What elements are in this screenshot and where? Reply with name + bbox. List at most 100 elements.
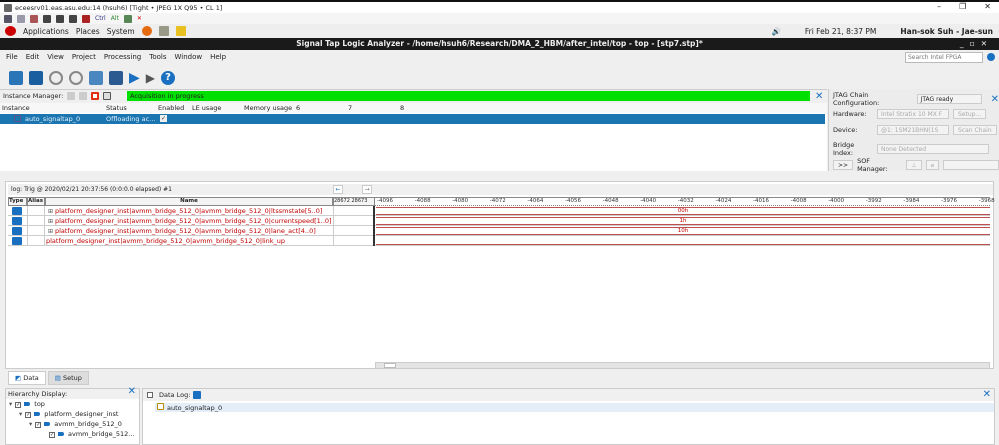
- new-icon[interactable]: [9, 70, 23, 85]
- hierarchy-close-icon[interactable]: ✕: [128, 387, 136, 397]
- expand-icon[interactable]: ⊞: [48, 228, 55, 235]
- col-6[interactable]: 6: [296, 104, 300, 112]
- col-markers[interactable]: 28672 28673: [333, 197, 375, 206]
- col-memory-usage[interactable]: Memory usage: [244, 104, 292, 112]
- col-name[interactable]: Name: [45, 197, 333, 206]
- expand-icon[interactable]: ⊞: [48, 208, 55, 215]
- prev-arrow-icon[interactable]: ←: [333, 185, 343, 194]
- hardware-select[interactable]: Intel Stratix 10 MX F: [877, 109, 949, 119]
- tree-item-bridge[interactable]: ▾ ✓ avmm_bridge_512_0: [9, 419, 139, 429]
- color-icon[interactable]: [82, 14, 90, 23]
- waveform-trace[interactable]: 10h: [376, 226, 990, 236]
- menu-applications[interactable]: Applications: [23, 27, 69, 36]
- tab-data[interactable]: ◩ Data: [8, 371, 46, 385]
- attach-icon[interactable]: ⌀: [925, 160, 940, 170]
- enabled-checkbox[interactable]: ✓: [160, 115, 167, 122]
- tree-item-bridge-inner[interactable]: ✓ avmm_bridge_512...: [9, 429, 139, 439]
- menu-project[interactable]: Project: [72, 53, 96, 61]
- data-log-close-icon[interactable]: ✕: [983, 389, 991, 401]
- tab-setup[interactable]: ▤ Setup: [47, 371, 89, 385]
- waveform-trace[interactable]: [376, 236, 990, 246]
- data-log-checkbox[interactable]: [147, 392, 153, 398]
- undo-icon[interactable]: [49, 70, 63, 85]
- waveform-trace[interactable]: 00h: [376, 206, 990, 216]
- bridge-index-select[interactable]: None Detected: [877, 144, 989, 154]
- menu-places[interactable]: Places: [76, 27, 100, 36]
- waveform-value: 1h: [679, 218, 687, 224]
- node-finder-icon[interactable]: [89, 70, 103, 85]
- options-icon[interactable]: [4, 14, 12, 23]
- ctrl-key[interactable]: Ctrl: [95, 15, 106, 22]
- menu-edit[interactable]: Edit: [26, 53, 40, 61]
- col-enabled[interactable]: Enabled: [158, 104, 184, 112]
- run-analysis-icon[interactable]: [67, 92, 76, 100]
- signal-row[interactable]: platform_designer_inst|avmm_bridge_512_0…: [8, 236, 990, 246]
- help-icon[interactable]: ?: [161, 70, 176, 85]
- signal-row[interactable]: ⊞ platform_designer_inst|avmm_bridge_512…: [8, 226, 990, 236]
- disconnect-icon[interactable]: ✕: [137, 15, 142, 22]
- tree-item-top[interactable]: ▾ ✓ top: [9, 399, 139, 409]
- fullscreen-icon[interactable]: [69, 14, 77, 23]
- zoom-in-icon[interactable]: [43, 14, 51, 23]
- horizontal-scrollbar[interactable]: [375, 362, 990, 369]
- col-instance[interactable]: Instance: [2, 104, 30, 112]
- redo-icon[interactable]: [69, 70, 83, 85]
- jtag-close-icon[interactable]: ✕: [991, 94, 999, 105]
- notes-icon[interactable]: [175, 26, 186, 36]
- col-le-usage[interactable]: LE usage: [192, 104, 221, 112]
- menu-processing[interactable]: Processing: [104, 53, 141, 61]
- col-alias[interactable]: Alias: [27, 197, 45, 206]
- data-log-item[interactable]: auto_signaltap_0: [155, 403, 994, 412]
- scan-chain-button[interactable]: Scan Chain: [953, 125, 997, 135]
- instance-row[interactable]: auto_signaltap_0 Offloading ac... ✓: [0, 114, 825, 124]
- read-data-icon[interactable]: [103, 92, 112, 100]
- clock[interactable]: Fri Feb 21, 8:37 PM: [805, 27, 877, 36]
- program-device-icon[interactable]: ⊥: [906, 160, 922, 170]
- expand-button[interactable]: >>: [833, 160, 854, 170]
- stop-icon[interactable]: [91, 92, 100, 100]
- menu-view[interactable]: View: [47, 53, 64, 61]
- signal-row[interactable]: ⊞ platform_designer_inst|avmm_bridge_512…: [8, 206, 990, 216]
- scrollbar-thumb[interactable]: [384, 363, 396, 368]
- menu-file[interactable]: File: [6, 53, 18, 61]
- menu-help[interactable]: Help: [210, 53, 226, 61]
- signal-row[interactable]: ⊞ platform_designer_inst|avmm_bridge_512…: [8, 216, 990, 226]
- data-log-icon[interactable]: [193, 391, 202, 399]
- waveform-trace[interactable]: 1h: [376, 216, 990, 226]
- menu-system[interactable]: System: [107, 27, 135, 36]
- restore-button[interactable]: ❐: [959, 2, 966, 11]
- col-8[interactable]: 8: [400, 104, 404, 112]
- user-name[interactable]: Han-sok Suh - Jae-sun: [900, 27, 993, 36]
- col-status[interactable]: Status: [106, 104, 127, 112]
- save-icon[interactable]: [29, 70, 43, 85]
- col-type[interactable]: Type: [8, 197, 27, 206]
- info-icon[interactable]: [17, 14, 25, 23]
- transfer-icon[interactable]: [123, 14, 132, 23]
- autorun-icon[interactable]: ▶: [146, 71, 155, 85]
- device-select[interactable]: @1: 1SM21BHN(1S: [877, 125, 949, 135]
- zoom-out-icon[interactable]: [56, 14, 64, 23]
- menu-window[interactable]: Window: [175, 53, 203, 61]
- close-button[interactable]: ✕: [984, 2, 991, 11]
- autorun-analysis-icon[interactable]: [79, 92, 88, 100]
- next-arrow-icon[interactable]: →: [362, 185, 372, 194]
- volume-icon[interactable]: 🔊: [772, 27, 781, 36]
- firefox-icon[interactable]: [141, 26, 152, 36]
- search-input[interactable]: Search Intel FPGA: [905, 52, 983, 63]
- expand-icon[interactable]: ⊞: [48, 218, 55, 225]
- run-icon[interactable]: ▶: [129, 70, 140, 86]
- alt-key[interactable]: Alt: [111, 15, 119, 22]
- globe-icon[interactable]: [987, 53, 995, 61]
- col-7[interactable]: 7: [348, 104, 352, 112]
- sof-file-field[interactable]: [943, 160, 999, 170]
- launcher-icon[interactable]: [158, 26, 169, 36]
- minimize-button[interactable]: –: [937, 2, 941, 11]
- close-icon[interactable]: ✕: [815, 91, 823, 102]
- refresh-icon[interactable]: [30, 14, 38, 23]
- tree-item-platform[interactable]: ▾ ✓ platform_designer_inst: [9, 409, 139, 419]
- window-controls[interactable]: _▫✕: [960, 38, 993, 50]
- setup-button[interactable]: Setup...: [953, 109, 987, 119]
- binoculars-icon[interactable]: [109, 70, 123, 85]
- time-ruler[interactable]: -4096 -4088 -4080 -4072 -4064 -4056 -4048 -4040…: [375, 197, 995, 206]
- menu-tools[interactable]: Tools: [149, 53, 166, 61]
